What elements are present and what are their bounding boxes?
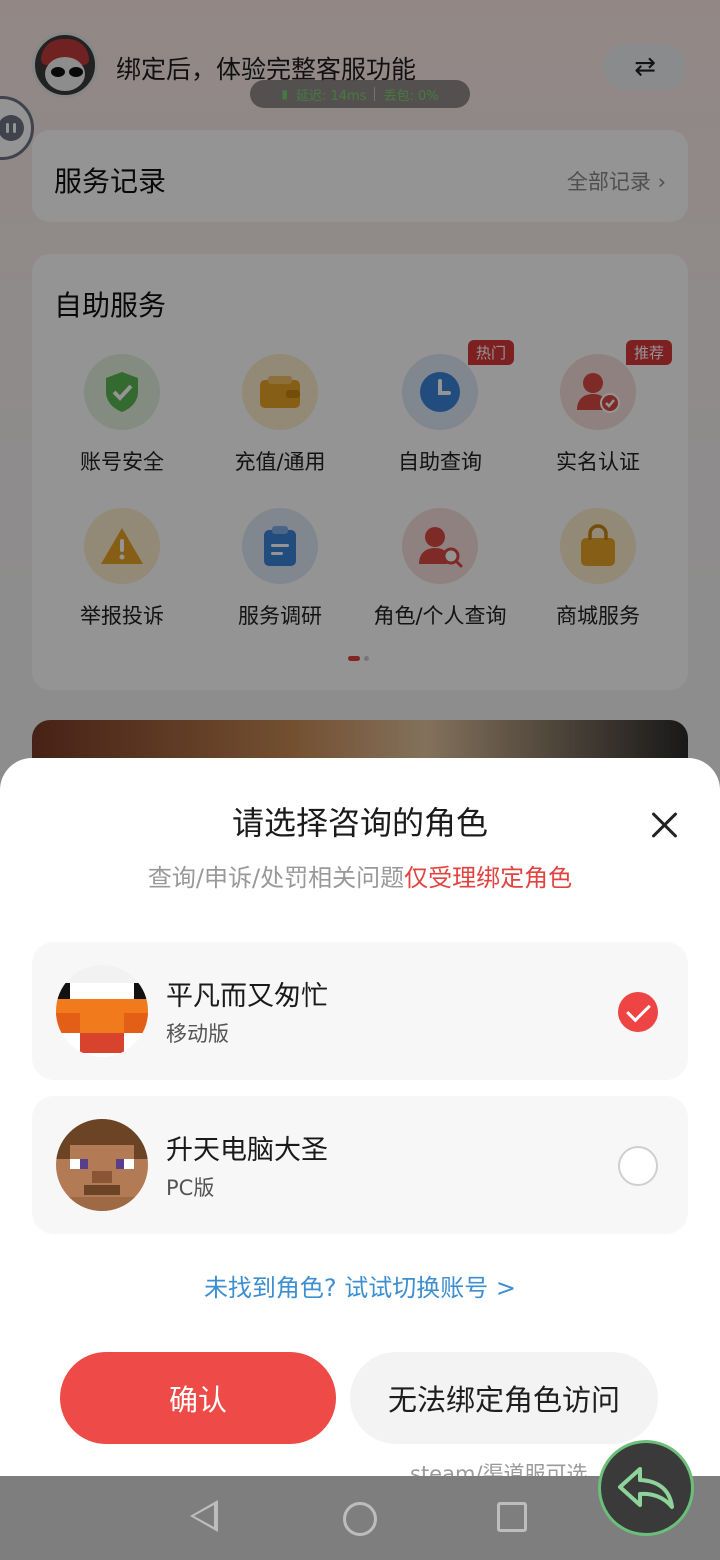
subtitle-plain: 查询/申诉/处罚相关问题 (147, 864, 405, 892)
nav-home-icon[interactable] (343, 1502, 377, 1536)
sheet-subtitle: 查询/申诉/处罚相关问题仅受理绑定角色 (0, 858, 720, 893)
no-bind-access-button[interactable]: 无法绑定角色访问 (350, 1352, 658, 1444)
role-avatar (56, 1119, 148, 1211)
role-platform: PC版 (166, 1176, 215, 1200)
subtitle-highlight: 仅受理绑定角色 (404, 864, 573, 892)
checked-icon[interactable] (618, 992, 658, 1032)
sheet-title: 请选择咨询的角色 (231, 804, 488, 842)
unchecked-radio-icon[interactable] (618, 1146, 658, 1186)
role-name: 平凡而又匆忙 (166, 981, 328, 1012)
return-arrow-icon (618, 1467, 674, 1509)
switch-account-link[interactable]: 未找到角色? 试试切换账号 > (0, 1268, 720, 1303)
confirm-button[interactable]: 确认 (60, 1352, 336, 1444)
role-option[interactable]: 平凡而又匆忙 移动版 (32, 942, 688, 1080)
floating-return-button[interactable] (598, 1440, 694, 1536)
role-name: 升天电脑大圣 (166, 1135, 328, 1166)
role-platform: 移动版 (166, 1022, 229, 1046)
role-select-sheet: 请选择咨询的角色 查询/申诉/处罚相关问题仅受理绑定角色 平凡而又匆忙 移动版 (0, 758, 720, 1486)
close-icon[interactable] (650, 810, 680, 840)
nav-back-icon[interactable] (190, 1500, 218, 1532)
role-option[interactable]: 升天电脑大圣 PC版 (32, 1096, 688, 1234)
role-avatar (56, 965, 148, 1057)
nav-recents-icon[interactable] (497, 1502, 527, 1532)
